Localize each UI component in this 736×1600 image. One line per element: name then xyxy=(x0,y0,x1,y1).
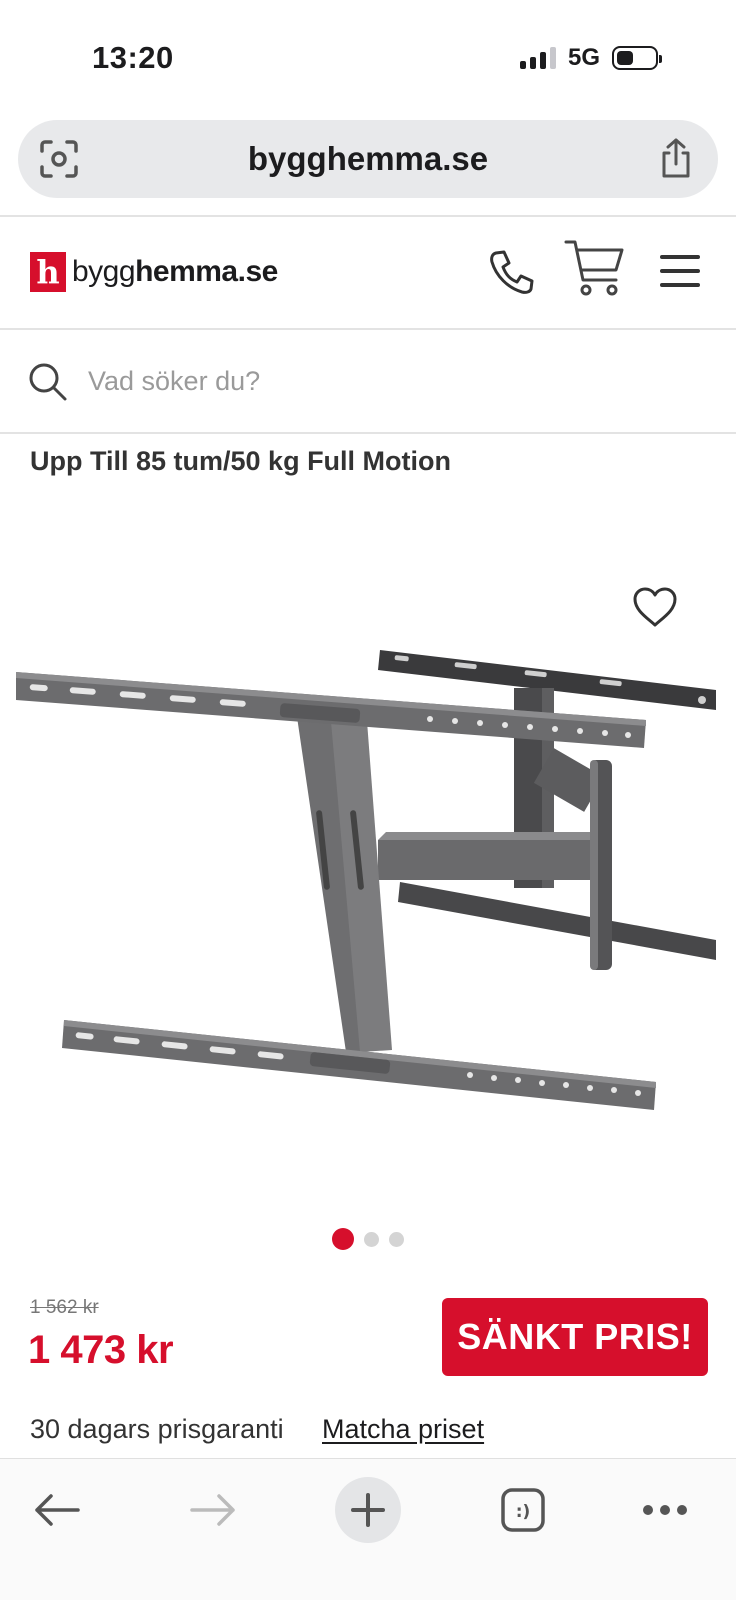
current-price: 1 473 kr xyxy=(28,1328,174,1372)
cart-icon[interactable] xyxy=(564,238,626,298)
network-label: 5G xyxy=(567,44,600,71)
site-header: h bygghemma.se xyxy=(0,222,736,328)
address-bar[interactable]: bygghemma.se xyxy=(18,120,718,198)
search-input[interactable]: Vad söker du? xyxy=(88,366,260,397)
product-title: Upp Till 85 tum/50 kg Full Motion xyxy=(30,446,452,476)
logo-text: bygghemma.se xyxy=(72,255,278,289)
carousel-dot[interactable] xyxy=(389,1232,404,1247)
search-icon xyxy=(29,363,67,401)
signal-icon xyxy=(519,47,556,69)
divider xyxy=(0,215,736,217)
tabs-icon: :) xyxy=(501,1488,545,1532)
forward-button[interactable] xyxy=(180,1477,246,1543)
carousel-dot[interactable] xyxy=(364,1232,379,1247)
divider xyxy=(0,432,736,434)
logo-mark: h xyxy=(30,252,66,292)
price-drop-badge: SÄNKT PRIS! xyxy=(442,1298,708,1376)
svg-text::): :) xyxy=(516,1502,531,1522)
battery-icon xyxy=(612,46,662,70)
price-guarantee-text: 30 dagars prisgaranti xyxy=(30,1414,284,1444)
old-price: 1 562 kr xyxy=(30,1297,99,1318)
browser-toolbar: :) xyxy=(0,1458,736,1600)
status-bar: 13:20 5G xyxy=(0,0,736,112)
forward-icon xyxy=(190,1494,235,1526)
menu-icon[interactable] xyxy=(660,254,700,288)
carousel-dot[interactable] xyxy=(332,1228,354,1250)
back-button[interactable] xyxy=(24,1477,90,1543)
more-button[interactable] xyxy=(632,1477,698,1543)
url-text[interactable]: bygghemma.se xyxy=(18,140,718,178)
product-image[interactable] xyxy=(0,620,736,1160)
logo-text-bold: hemma.se xyxy=(135,255,278,288)
plus-icon xyxy=(351,1493,385,1527)
carousel-dots xyxy=(0,1228,736,1250)
new-tab-button[interactable] xyxy=(335,1477,401,1543)
status-time: 13:20 xyxy=(92,40,174,75)
share-icon[interactable] xyxy=(654,136,698,180)
phone-icon[interactable] xyxy=(488,248,536,296)
search-bar[interactable]: Vad söker du? xyxy=(0,330,736,434)
logo-text-light: bygg xyxy=(72,255,136,288)
back-icon xyxy=(35,1494,80,1526)
mount-illustration xyxy=(16,650,716,1110)
site-logo[interactable]: h bygghemma.se xyxy=(30,252,278,292)
tabs-button[interactable]: :) xyxy=(490,1477,556,1543)
status-indicators: 5G xyxy=(519,44,662,72)
more-icon xyxy=(643,1505,687,1515)
match-price-link[interactable]: Matcha priset xyxy=(322,1414,484,1445)
